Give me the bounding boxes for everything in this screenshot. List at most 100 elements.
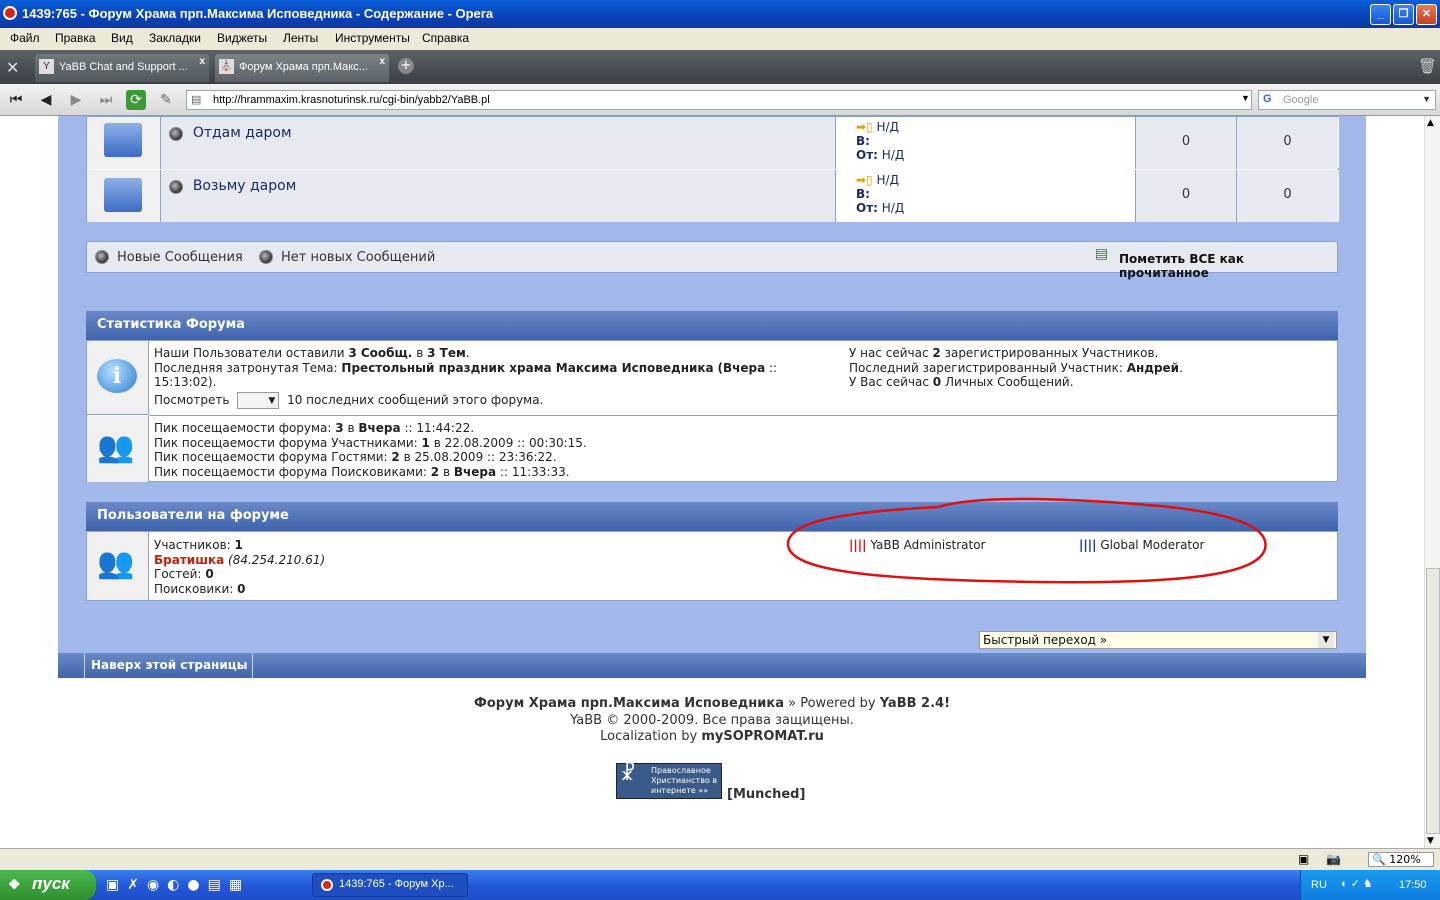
- menu-file[interactable]: Файл: [10, 31, 40, 45]
- users-icon-cell: 👥: [87, 532, 149, 600]
- menu-widgets[interactable]: Виджеты: [217, 31, 267, 45]
- new-posts-icon: [95, 250, 109, 264]
- reload-icon[interactable]: ⟳: [126, 90, 146, 110]
- yabb-link[interactable]: YaBB 2.4!: [880, 696, 950, 711]
- tab-label: YaBB Chat and Support ...: [59, 61, 188, 73]
- mark-read-icon: ▤: [1095, 246, 1109, 262]
- board-name-link[interactable]: Отдам даром: [193, 125, 292, 141]
- yabb-favicon-icon: Y: [39, 59, 54, 74]
- peak-stats: Пик посещаемости форума: 3 в Вчера :: 11…: [154, 421, 587, 479]
- board-name-link[interactable]: Возьму даром: [193, 178, 296, 194]
- search-input[interactable]: G Google ▼: [1258, 90, 1436, 110]
- vertical-scrollbar[interactable]: ▲ ▼: [1424, 116, 1440, 848]
- stats-right: У нас сейчас 2 зарегистрированных Участн…: [849, 346, 1183, 389]
- banner-text: Православное Христианство в интернете »»: [651, 766, 718, 795]
- address-input[interactable]: ▤ http://hrammaxim.krasnoturinsk.ru/cgi-…: [186, 90, 1252, 110]
- fast-forward-icon[interactable]: ⏭: [96, 90, 116, 110]
- window-title-bar: 1439:765 - Форум Храма прп.Максима Испов…: [0, 0, 1440, 28]
- new-tab-icon[interactable]: +: [398, 58, 414, 74]
- tray-icons[interactable]: ◐✓♞: [1341, 877, 1376, 890]
- orthodox-banner[interactable]: ☧ Православное Христианство в интернете …: [616, 763, 722, 799]
- from-value: Н/Д: [881, 201, 905, 215]
- in-label: В:: [856, 187, 870, 201]
- status-bar: ▣ 📷 🔍 120%: [0, 848, 1440, 870]
- menu-view[interactable]: Вид: [111, 31, 133, 45]
- online-user-link[interactable]: Братишка: [154, 553, 224, 567]
- minimize-button[interactable]: _: [1370, 4, 1391, 25]
- window-title: 1439:765 - Форум Храма прп.Максима Испов…: [22, 6, 494, 21]
- page-content: Отдам даром ➡▯ Н/Д В: От: Н/Д 0 0 Возьму…: [0, 116, 1424, 848]
- tab-label: Форум Храма прп.Макс...: [239, 61, 368, 73]
- topics-count: 0: [1136, 170, 1237, 222]
- tab-close-icon[interactable]: x: [199, 56, 205, 67]
- recent-posts-select[interactable]: ▼: [237, 391, 280, 409]
- back-icon[interactable]: ◀: [36, 90, 56, 110]
- users-icon-cell: 👥: [87, 416, 149, 482]
- menu-bar: Файл Правка Вид Закладки Виджеты Ленты И…: [0, 28, 1440, 50]
- edit-icon[interactable]: ✎: [156, 90, 176, 110]
- last-topic-link[interactable]: Престольный праздник храма Максима Испов…: [341, 361, 713, 375]
- chevron-down-icon[interactable]: ▼: [1241, 93, 1250, 103]
- info-icon: i: [97, 359, 137, 393]
- back-to-top-link[interactable]: Наверх этой страницы: [91, 658, 247, 672]
- taskbar: ❖ пуск ▣✗◉◐●▤▦ 1439:765 - Форум Хр... RU…: [0, 870, 1440, 900]
- online-users: Участников: 1 Братишка (84.254.210.61) Г…: [154, 538, 326, 596]
- info-icon-cell: i: [87, 341, 149, 415]
- tab-yabb-support[interactable]: Y YaBB Chat and Support ... x: [35, 54, 209, 82]
- close-button[interactable]: ✕: [1416, 4, 1437, 25]
- localization-link[interactable]: mySOPROMAT.ru: [701, 729, 824, 744]
- scroll-thumb[interactable]: [1426, 568, 1440, 834]
- table-row: Возьму даром ➡▯ Н/Д В: От: Н/Д 0 0: [87, 170, 1339, 222]
- language-indicator[interactable]: RU: [1311, 879, 1327, 891]
- from-label: От:: [856, 148, 878, 162]
- panel-icon[interactable]: ▣: [1298, 852, 1309, 866]
- search-placeholder: Google: [1283, 94, 1319, 106]
- board-icon-cell: [87, 117, 161, 169]
- camera-icon[interactable]: 📷: [1326, 852, 1341, 866]
- google-icon: G: [1263, 93, 1272, 105]
- menu-feeds[interactable]: Ленты: [283, 31, 318, 45]
- tab-forum[interactable]: ⛪ Форум Храма прп.Макс... x: [215, 54, 389, 82]
- chevron-down-icon: ▼: [1318, 632, 1334, 648]
- bottom-nav-bar: Наверх этой страницы: [58, 653, 1366, 678]
- from-label: От:: [856, 201, 878, 215]
- scroll-up-icon[interactable]: ▲: [1427, 118, 1434, 128]
- tools-icon[interactable]: ✕: [6, 58, 19, 77]
- posts-count: 0: [1237, 117, 1338, 169]
- users-icon: 👥: [97, 546, 135, 581]
- tab-close-icon[interactable]: x: [379, 56, 385, 67]
- scroll-down-icon[interactable]: ▼: [1427, 836, 1434, 846]
- restore-button[interactable]: ❐: [1393, 4, 1414, 25]
- stats-header: Статистика Форума: [86, 311, 1338, 340]
- last-post-icon: ➡▯: [856, 120, 873, 134]
- chi-rho-icon: ☧: [620, 761, 636, 785]
- quick-jump-select[interactable]: Быстрый переход » ▼: [979, 631, 1337, 649]
- latest-member-link[interactable]: Андрей: [1127, 361, 1179, 375]
- chevron-down-icon[interactable]: ▼: [1422, 94, 1431, 104]
- table-row: Отдам даром ➡▯ Н/Д В: От: Н/Д 0 0: [87, 117, 1339, 169]
- church-favicon-icon: ⛪: [219, 59, 234, 74]
- menu-tools[interactable]: Инструменты: [335, 31, 410, 45]
- trash-icon[interactable]: 🗑: [1418, 57, 1437, 75]
- address-toolbar: ⏮ ◀ ▶ ⏭ ⟳ ✎ ▤ http://hrammaxim.krasnotur…: [0, 84, 1440, 116]
- address-text: http://hrammaxim.krasnoturinsk.ru/cgi-bi…: [213, 94, 490, 106]
- stats-left: Наши Пользователи оставили 3 Сообщ. в 3 …: [154, 346, 778, 409]
- stats-box: i Наши Пользователи оставили 3 Сообщ. в …: [86, 340, 1339, 482]
- start-button[interactable]: ❖ пуск: [0, 870, 96, 900]
- board-name-cell: Отдам даром: [161, 117, 836, 169]
- quick-launch-icons[interactable]: ▣✗◉◐●▤▦: [106, 877, 250, 893]
- menu-edit[interactable]: Правка: [55, 31, 96, 45]
- rewind-icon[interactable]: ⏮: [6, 90, 26, 110]
- board-lastpost-cell: ➡▯ Н/Д В: От: Н/Д: [836, 170, 1136, 222]
- forward-icon[interactable]: ▶: [66, 90, 86, 110]
- menu-help[interactable]: Справка: [422, 31, 469, 45]
- menu-bookmarks[interactable]: Закладки: [149, 31, 201, 45]
- windows-logo-icon: ❖: [8, 876, 21, 892]
- no-new-posts-icon: [169, 179, 183, 194]
- taskbar-opera-button[interactable]: 1439:765 - Форум Хр...: [312, 873, 468, 897]
- zoom-select[interactable]: 🔍 120%: [1368, 852, 1434, 867]
- tab-bar: ✕ Y YaBB Chat and Support ... x ⛪ Форум …: [0, 50, 1440, 84]
- mark-all-read-link[interactable]: Пометить ВСЕ как прочитанное: [1119, 252, 1337, 280]
- from-value: Н/Д: [881, 148, 905, 162]
- forum-name-link[interactable]: Форум Храма прп.Максима Исповедника: [474, 696, 784, 711]
